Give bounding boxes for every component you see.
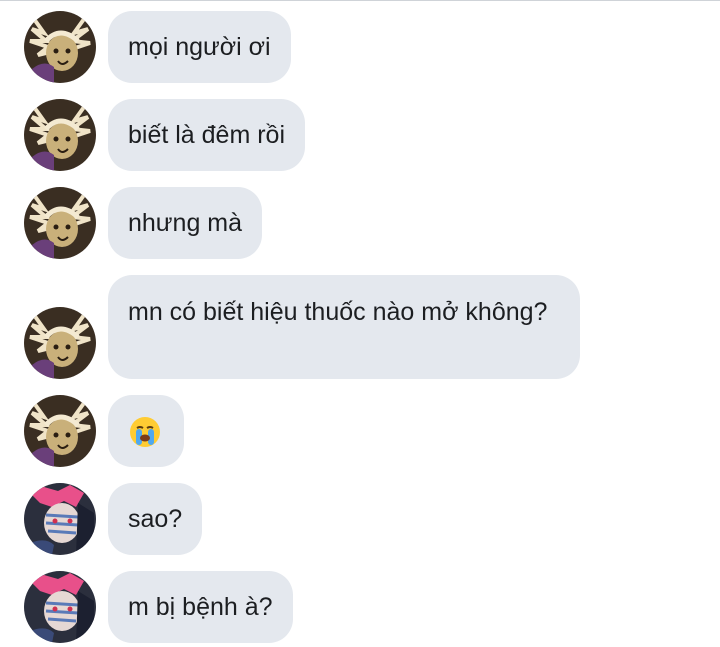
message-text: mọi người ơi bbox=[128, 33, 271, 61]
message-row bbox=[0, 395, 720, 467]
avatar-user-a[interactable] bbox=[24, 187, 96, 259]
avatar-user-b-image bbox=[24, 483, 96, 555]
avatar-user-a-image bbox=[24, 307, 96, 379]
message-text: mn có biết hiệu thuốc nào mở không? bbox=[128, 298, 548, 326]
message-text: m bị bệnh à? bbox=[128, 593, 273, 621]
message-text: sao? bbox=[128, 505, 183, 533]
message-text: biết là đêm rồi bbox=[128, 121, 286, 149]
avatar-user-b-image bbox=[24, 571, 96, 643]
message-bubble[interactable]: biết là đêm rồi bbox=[108, 99, 306, 171]
avatar-user-b[interactable] bbox=[24, 483, 96, 555]
avatar-user-a[interactable] bbox=[24, 395, 96, 467]
message-row: sao? bbox=[0, 483, 720, 555]
avatar-user-b[interactable] bbox=[24, 571, 96, 643]
message-row: mn có biết hiệu thuốc nào mở không? bbox=[0, 275, 720, 379]
message-text: nhưng mà bbox=[128, 209, 243, 237]
avatar-user-a[interactable] bbox=[24, 11, 96, 83]
message-row: m bị bệnh à? bbox=[0, 571, 720, 643]
message-bubble[interactable]: m bị bệnh à? bbox=[108, 571, 293, 643]
avatar-user-a-image bbox=[24, 99, 96, 171]
avatar-user-a[interactable] bbox=[24, 99, 96, 171]
avatar-user-a-image bbox=[24, 395, 96, 467]
message-row: mọi người ơi bbox=[0, 11, 720, 83]
message-bubble[interactable]: sao? bbox=[108, 483, 203, 555]
message-bubble[interactable]: nhưng mà bbox=[108, 187, 263, 259]
loudly-crying-face-icon bbox=[130, 417, 160, 447]
avatar-user-a-image bbox=[24, 187, 96, 259]
avatar-user-a-image bbox=[24, 11, 96, 83]
message-row: biết là đêm rồi bbox=[0, 99, 720, 171]
message-bubble[interactable] bbox=[108, 395, 184, 467]
chat-thread: mọi người ơi biết là đêm rồi nhưng mà mn… bbox=[0, 0, 720, 647]
message-bubble[interactable]: mn có biết hiệu thuốc nào mở không? bbox=[108, 275, 580, 379]
avatar-user-a[interactable] bbox=[24, 307, 96, 379]
message-bubble[interactable]: mọi người ơi bbox=[108, 11, 291, 83]
message-row: nhưng mà bbox=[0, 187, 720, 259]
